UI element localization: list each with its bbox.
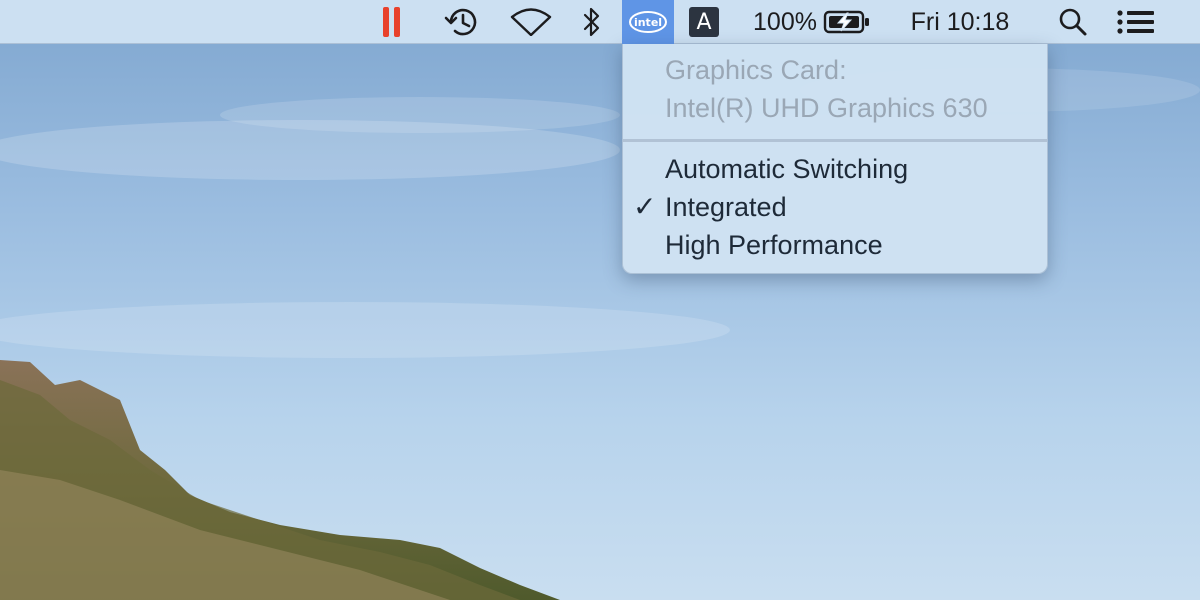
menu-item-high-performance[interactable]: High Performance [665, 230, 883, 261]
spotlight-search-icon[interactable] [1056, 0, 1090, 44]
menu-separator [623, 139, 1047, 142]
time-machine-icon[interactable] [440, 0, 482, 44]
current-graphics-card: Intel(R) UHD Graphics 630 [665, 93, 988, 123]
intel-logo-text: intel [634, 16, 662, 29]
menu-item-integrated[interactable]: Integrated [665, 192, 787, 223]
menu-bar: intel A 100% Fri 10:18 [0, 0, 1200, 44]
intel-gpu-icon[interactable]: intel [622, 0, 674, 44]
graphics-card-header: Graphics Card: [665, 55, 847, 85]
battery-percent[interactable]: 100% [752, 0, 818, 44]
battery-charging-icon[interactable] [822, 0, 872, 44]
input-source-icon[interactable]: A [688, 0, 720, 44]
menu-item-automatic-switching[interactable]: Automatic Switching [665, 154, 908, 185]
pause-icon[interactable] [374, 0, 410, 44]
gpu-switch-menu: Graphics Card: Intel(R) UHD Graphics 630… [622, 44, 1048, 274]
checkmark-icon: ✓ [633, 191, 657, 222]
bluetooth-icon[interactable] [578, 0, 606, 44]
input-source-letter: A [696, 9, 712, 35]
wifi-icon[interactable] [508, 0, 554, 44]
notification-center-icon[interactable] [1114, 0, 1158, 44]
menubar-clock[interactable]: Fri 10:18 [904, 0, 1016, 44]
